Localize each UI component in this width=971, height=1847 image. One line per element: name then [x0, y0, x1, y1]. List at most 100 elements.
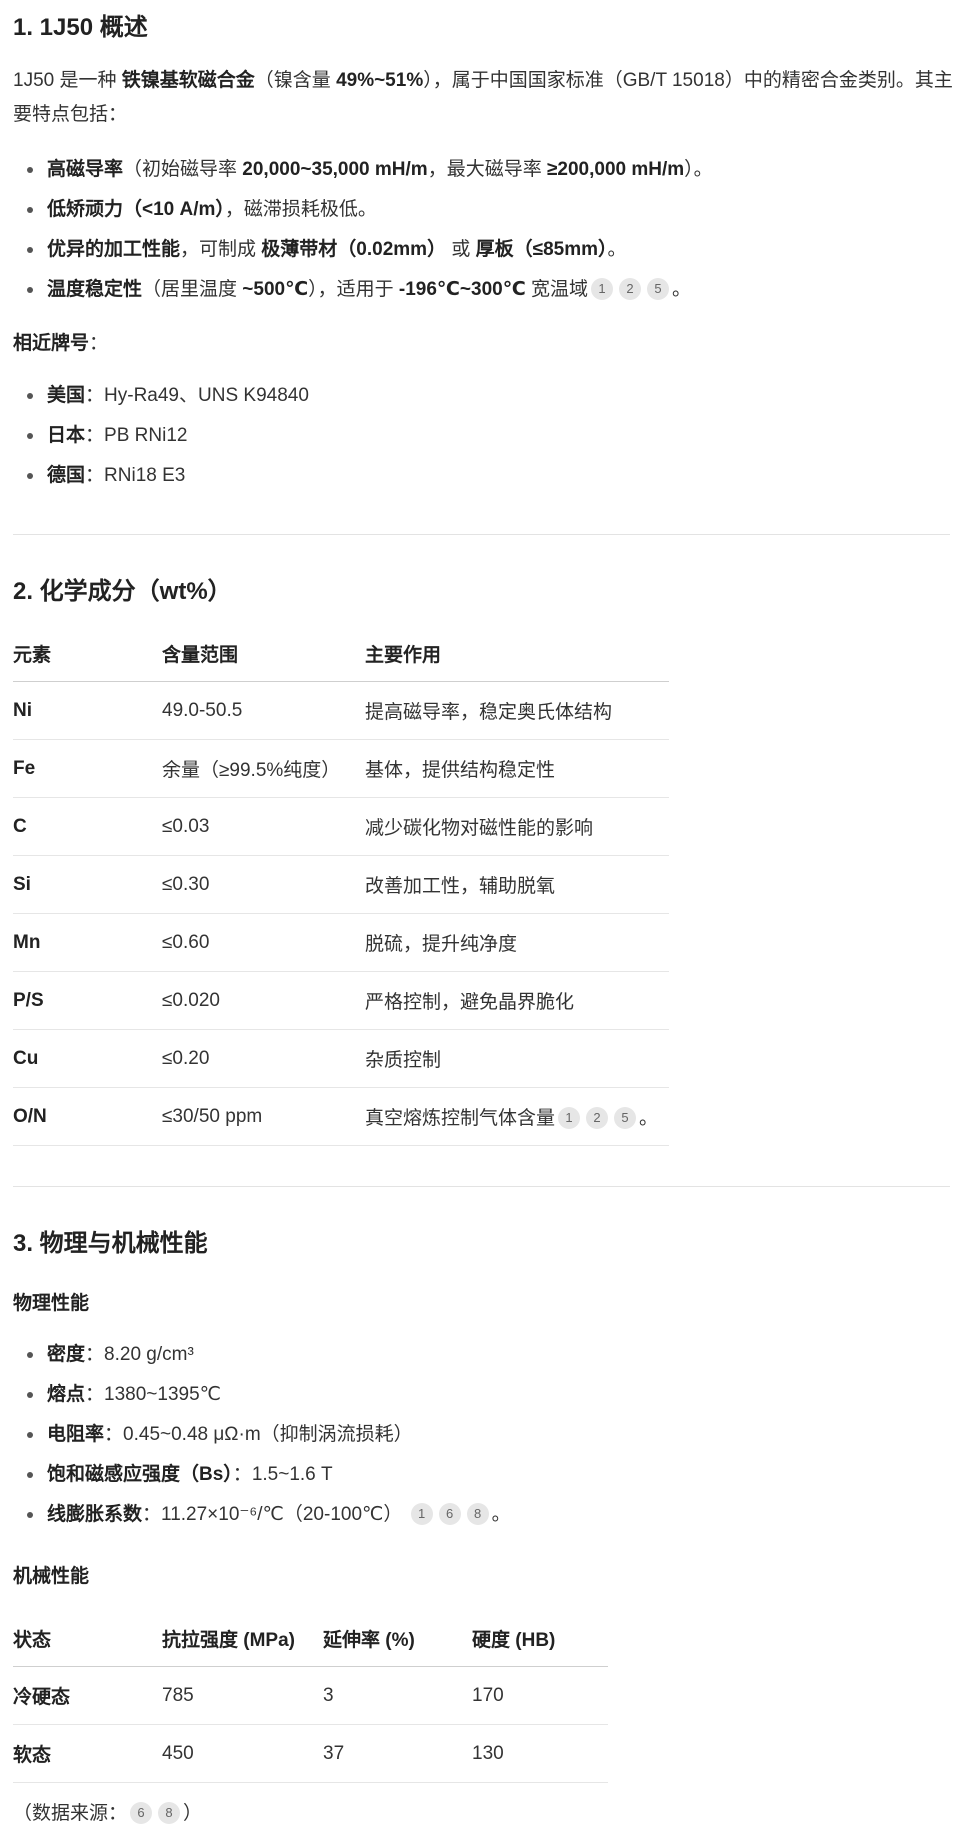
citation-badge[interactable]: 8 [466, 1503, 489, 1525]
column-header: 抗拉强度 (MPa) [162, 1610, 323, 1667]
element-cell: P/S [13, 971, 162, 1030]
similar-grades-colon: ： [89, 333, 109, 354]
table-row: 冷硬态 785 3 170 [13, 1666, 608, 1725]
citation-badge[interactable]: 2 [619, 278, 642, 300]
citation-badge[interactable]: 2 [586, 1107, 609, 1129]
feature-text: 宽温域 [525, 279, 589, 300]
table-header-row: 元素 含量范围 主要作用 [13, 625, 669, 682]
feature-value: -196℃~300℃ [398, 279, 526, 300]
citation-badge[interactable]: 8 [158, 1802, 181, 1824]
mechanical-table: 状态 抗拉强度 (MPa) 延伸率 (%) 硬度 (HB) 冷硬态 785 3 170… [13, 1610, 608, 1783]
grade-value: Hy-Ra49、UNS K94840 [104, 385, 309, 406]
property-label: 熔点 [47, 1384, 86, 1405]
column-header: 延伸率 (%) [323, 1610, 472, 1667]
element-cell: Ni [13, 681, 162, 740]
grade-value: RNi18 E3 [104, 465, 186, 486]
content-cell: ≤0.03 [162, 797, 365, 856]
property-label: 饱和磁感应强度（Bs） [47, 1464, 233, 1485]
section-3-title: 3. 物理与机械性能 [13, 1230, 208, 1257]
intro-text-a: 1J50 是一种 [13, 70, 122, 91]
data-source-note: （数据来源： 6 8） [13, 1797, 202, 1831]
element-cell: Mn [13, 913, 162, 972]
citation-badge[interactable]: 6 [130, 1802, 153, 1824]
element-cell: Fe [13, 739, 162, 798]
content-cell: ≤0.60 [162, 913, 365, 972]
intro-paragraph: 1J50 是一种 铁镍基软磁合金（镍含量 49%~51%），属于中国国家标准（G… [13, 64, 953, 132]
intro-text-c: （镍含量 [254, 70, 337, 91]
feature-text: （初始磁导率 [123, 159, 243, 180]
property-sep: ： [85, 1384, 105, 1405]
feature-text: ，磁滞损耗极低。 [224, 199, 377, 220]
property-sep: ： [232, 1464, 252, 1485]
hardness-cell: 170 [472, 1666, 608, 1725]
state-cell: 软态 [13, 1724, 162, 1783]
citation-badge[interactable]: 1 [591, 278, 614, 300]
feature-text: ，可制成 [180, 239, 262, 260]
list-item: 线膨胀系数：11.27×10⁻⁶/℃（20-100℃） 1 6 8。 [13, 1495, 953, 1535]
intro-bold-nickel: 49%~51% [336, 70, 424, 91]
source-text: ） [183, 1803, 203, 1824]
feature-text: 。 [607, 239, 627, 260]
table-row: 软态 450 37 130 [13, 1724, 608, 1783]
content-cell: 余量（≥99.5%纯度） [162, 739, 365, 798]
content-cell: 49.0-50.5 [162, 681, 365, 740]
grade-sep: ： [85, 425, 105, 446]
section-2-title: 2. 化学成分（wt%） [13, 578, 232, 605]
feature-list: 高磁导率（初始磁导率 20,000~35,000 mH/m，最大磁导率 ≥200… [13, 150, 953, 310]
composition-table: 元素 含量范围 主要作用 Ni 49.0-50.5 提高磁导率，稳定奥氏体结构 Fe… [13, 625, 669, 1146]
grade-country: 德国 [47, 465, 86, 486]
role-cell: 脱硫，提升纯净度 [365, 913, 669, 972]
feature-value: ~500℃ [242, 279, 309, 300]
table-header-row: 状态 抗拉强度 (MPa) 延伸率 (%) 硬度 (HB) [13, 1610, 608, 1667]
property-value: 1.5~1.6 T [251, 1464, 333, 1485]
grade-value: PB RNi12 [104, 425, 188, 446]
document-page: 1. 1J50 概述 1J50 是一种 铁镍基软磁合金（镍含量 49%~51%）… [0, 0, 971, 1847]
element-cell: Si [13, 855, 162, 914]
mechanical-properties-title: 机械性能 [13, 1566, 90, 1587]
physical-properties-title: 物理性能 [13, 1293, 90, 1314]
role-cell: 真空熔炼控制气体含量 1 2 5。 [365, 1087, 669, 1146]
feature-text: ，最大磁导率 [427, 159, 547, 180]
table-row: Cu ≤0.20 杂质控制 [13, 1029, 669, 1088]
role-cell: 严格控制，避免晶界脆化 [365, 971, 669, 1030]
table-row: Mn ≤0.60 脱硫，提升纯净度 [13, 913, 669, 972]
citation-badge[interactable]: 1 [558, 1107, 581, 1129]
column-header: 元素 [13, 625, 162, 682]
property-sep: ： [85, 1344, 105, 1365]
role-text: 真空熔炼控制气体含量 [365, 1108, 556, 1129]
feature-label: 温度稳定性 [47, 279, 143, 300]
feature-value: ≥200,000 mH/m [546, 159, 685, 180]
content-cell: ≤30/50 ppm [162, 1087, 365, 1146]
list-item: 密度：8.20 g/cm³ [13, 1335, 953, 1375]
citation-badge[interactable]: 6 [438, 1503, 461, 1525]
property-sep: ： [104, 1424, 124, 1445]
property-label: 线膨胀系数 [47, 1504, 143, 1525]
feature-text: （居里温度 [142, 279, 243, 300]
role-cell: 基体，提供结构稳定性 [365, 739, 669, 798]
physical-properties-list: 密度：8.20 g/cm³ 熔点：1380~1395℃ 电阻率：0.45~0.4… [13, 1335, 953, 1535]
table-row: C ≤0.03 减少碳化物对磁性能的影响 [13, 797, 669, 856]
similar-grades-heading: 相近牌号： [13, 330, 108, 358]
column-header: 含量范围 [162, 625, 365, 682]
citation-badge[interactable]: 5 [647, 278, 670, 300]
role-end: 。 [639, 1108, 659, 1129]
column-header: 状态 [13, 1610, 162, 1667]
citation-badge[interactable]: 1 [410, 1503, 433, 1525]
grade-sep: ： [85, 465, 105, 486]
property-label: 电阻率 [47, 1424, 105, 1445]
similar-grades-list: 美国：Hy-Ra49、UNS K94840 日本：PB RNi12 德国：RNi… [13, 376, 953, 496]
content-cell: ≤0.20 [162, 1029, 365, 1088]
grade-country: 日本 [47, 425, 86, 446]
citation-badge[interactable]: 5 [614, 1107, 637, 1129]
list-item: 低矫顽力（<10 A/m），磁滞损耗极低。 [13, 190, 953, 230]
feature-value: 极薄带材（0.02mm） [261, 239, 447, 260]
element-cell: C [13, 797, 162, 856]
property-end: 。 [491, 1504, 511, 1525]
property-value: 1380~1395℃ [104, 1384, 221, 1405]
tensile-cell: 785 [162, 1666, 323, 1725]
feature-text: ），适用于 [308, 279, 399, 300]
feature-label: 高磁导率 [47, 159, 124, 180]
source-text: （数据来源： [13, 1803, 128, 1824]
content-cell: ≤0.020 [162, 971, 365, 1030]
feature-label: 低矫顽力 [47, 199, 124, 220]
